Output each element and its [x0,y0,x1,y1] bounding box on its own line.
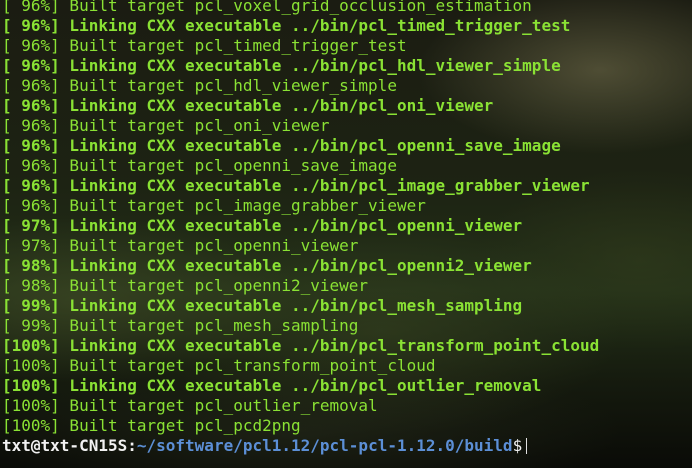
output-line: [ 96%] Built target pcl_timed_trigger_te… [2,36,407,55]
prompt-separator: : [127,436,137,455]
output-line: [ 96%] Built target pcl_hdl_viewer_simpl… [2,76,397,95]
output-line: [100%] Built target pcl_transform_point_… [2,356,436,375]
terminal-window[interactable]: [ 96%] Built target pcl_voxel_grid_occlu… [0,0,692,468]
output-line: [100%] Built target pcl_outlier_removal [2,396,378,415]
terminal-output: [ 96%] Built target pcl_voxel_grid_occlu… [2,0,692,456]
output-line: [ 99%] Linking CXX executable ../bin/pcl… [2,296,523,315]
output-line: [ 96%] Linking CXX executable ../bin/pcl… [2,176,590,195]
output-line: [ 97%] Linking CXX executable ../bin/pcl… [2,216,523,235]
output-line: [100%] Built target pcl_pcd2png [2,416,301,435]
output-line: [100%] Linking CXX executable ../bin/pcl… [2,376,542,395]
output-line: [ 96%] Built target pcl_openni_save_imag… [2,156,397,175]
output-line: [ 96%] Built target pcl_oni_viewer [2,116,330,135]
output-line: [ 97%] Built target pcl_openni_viewer [2,236,359,255]
output-line: [ 96%] Built target pcl_image_grabber_vi… [2,196,426,215]
prompt-user-host: txt@txt-CN15S [2,436,128,455]
output-line: [ 96%] Built target pcl_voxel_grid_occlu… [2,0,532,15]
output-line: [ 98%] Built target pcl_openni2_viewer [2,276,369,295]
output-line: [ 96%] Linking CXX executable ../bin/pcl… [2,96,494,115]
prompt-symbol: $ [512,436,523,455]
output-line: [ 96%] Linking CXX executable ../bin/pcl… [2,16,571,35]
output-line: [ 98%] Linking CXX executable ../bin/pcl… [2,256,532,275]
prompt-path: ~/software/pcl1.12/pcl-pcl-1.12.0/build [136,436,513,455]
output-line: [ 96%] Linking CXX executable ../bin/pcl… [2,136,561,155]
text-cursor[interactable] [526,438,528,454]
shell-prompt[interactable]: txt@txt-CN15S:~/software/pcl1.12/pcl-pcl… [2,436,692,456]
output-line: [ 99%] Built target pcl_mesh_sampling [2,316,359,335]
output-line: [ 96%] Linking CXX executable ../bin/pcl… [2,56,561,75]
output-line: [100%] Linking CXX executable ../bin/pcl… [2,336,600,355]
